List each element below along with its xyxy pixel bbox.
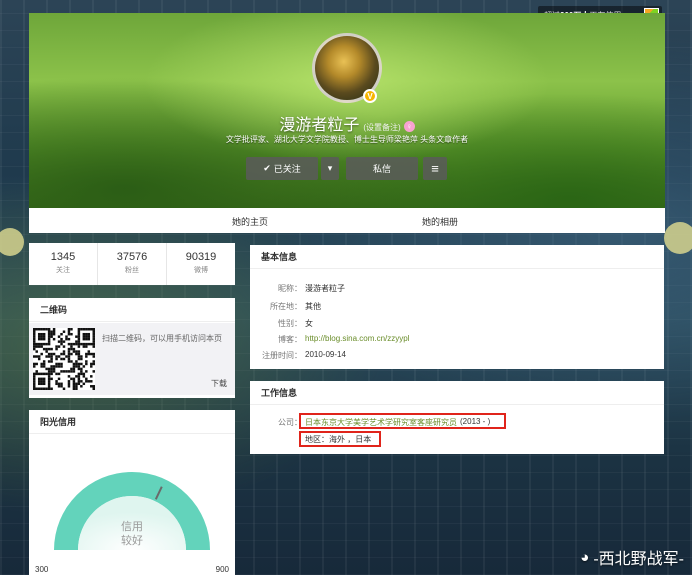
stat-value: 1345: [50, 251, 76, 263]
set-remark-link[interactable]: (设置备注): [363, 123, 400, 132]
credit-text-line1: 信用: [121, 520, 143, 533]
work-info-title: 工作信息: [250, 381, 664, 405]
moon-right: [664, 222, 692, 254]
check-icon: ✔: [263, 163, 271, 173]
info-key: 注册时间：: [262, 351, 302, 360]
info-value: 2010-09-14: [305, 350, 346, 359]
name-row: 漫游者粒子 (设置备注) ♀: [29, 111, 665, 135]
credit-title: 阳光信用: [29, 410, 235, 434]
stat-followers[interactable]: 37576 粉丝: [98, 243, 167, 285]
info-key: 性别：: [278, 319, 302, 328]
menu-button[interactable]: ≡: [423, 157, 447, 180]
credit-text-line2: 较好: [121, 533, 143, 547]
info-value: 其他: [305, 302, 321, 311]
info-key: 所在地：: [270, 302, 302, 311]
qrcode-body: 扫描二维码，可以用手机访问本页 下载: [29, 323, 235, 395]
gauge-level-label: 较差: [37, 515, 52, 533]
work-info-card: 工作信息 公司： 日本东京大学美学艺术学研究室客座研究员 (2013 - ) 地区：…: [250, 381, 664, 454]
info-key: 公司：: [278, 418, 302, 427]
highlight-box-company: [299, 413, 506, 429]
stat-posts[interactable]: 90319 微博: [167, 243, 235, 285]
stat-following[interactable]: 1345 关注: [29, 243, 98, 285]
female-icon: ♀: [403, 121, 415, 132]
qrcode-card: 二维码 扫描二维码，可以用手机访问本页 下载: [29, 298, 235, 398]
followed-label: 已关注: [273, 164, 301, 174]
menu-icon: ≡: [431, 161, 439, 176]
info-row-registered: 注册时间： 2010-09-14: [255, 350, 346, 361]
user-name: 漫游者粒子: [279, 117, 360, 134]
basic-info-title: 基本信息: [250, 245, 664, 269]
stat-label: 关注: [56, 267, 70, 274]
info-key: 昵称：: [278, 284, 302, 293]
info-row-gender: 性别：女: [255, 318, 313, 329]
profile-tabs: 她的主页 她的相册: [29, 208, 665, 233]
basic-info-card: 基本信息 昵称： 漫游者粒子 所在地： 其他 性别：女 博客： http://blog…: [250, 245, 664, 369]
stat-value: 90319: [185, 251, 217, 263]
info-row-location: 所在地： 其他: [255, 301, 321, 312]
info-row-nickname: 昵称： 漫游者粒子: [255, 283, 345, 294]
qrcode-image: [33, 328, 95, 390]
gauge-level-label: 极好: [209, 517, 224, 535]
info-value: 女: [305, 319, 313, 328]
qrcode-download-link[interactable]: 下载: [211, 378, 227, 389]
tab-home[interactable]: 她的主页: [232, 215, 268, 228]
info-key: 博客：: [278, 335, 302, 344]
caret-down-icon: ▾: [327, 163, 333, 173]
weibo-logo-icon: ◕: [580, 548, 590, 566]
gauge-level-label: 一般: [124, 462, 140, 472]
credit-max: 900: [216, 565, 230, 574]
stat-label: 微博: [194, 267, 208, 274]
info-row-blog: 博客： http://blog.sina.com.cn/zzyypl: [255, 334, 410, 345]
credit-card: 阳光信用 较差 较低 一般 较好 极好 信用 较好 300 900: [29, 410, 235, 575]
tab-album[interactable]: 她的相册: [422, 215, 458, 228]
stats-card: 1345 关注 37576 粉丝 90319 微博: [29, 243, 235, 285]
moon-left: [0, 228, 24, 256]
stat-value: 37576: [116, 251, 148, 263]
watermark: ◕ -西北野战军-: [580, 545, 684, 569]
credit-min: 300: [35, 565, 49, 574]
watermark-text: -西北野战军-: [593, 551, 684, 568]
blog-link[interactable]: http://blog.sina.com.cn/zzyypl: [305, 334, 410, 345]
message-label: 私信: [372, 164, 391, 174]
qrcode-text: 扫描二维码，可以用手机访问本页: [102, 334, 222, 343]
info-value: 漫游者粒子: [305, 284, 345, 293]
qrcode-title: 二维码: [29, 298, 235, 322]
credit-gauge: 较差 较低 一般 较好 极好 信用 较好 300 900: [35, 462, 230, 574]
followed-button[interactable]: ✔ 已关注: [246, 157, 318, 180]
message-button[interactable]: 私信: [346, 157, 418, 180]
verified-icon: V: [363, 89, 377, 103]
user-intro: 文学批评家、湖北大学文学院教授、博士生导师梁艳萍 头条文章作者: [225, 135, 469, 144]
stat-label: 粉丝: [125, 267, 139, 274]
follow-dropdown-button[interactable]: ▾: [321, 157, 339, 180]
profile-cover: V 漫游者粒子 (设置备注) ♀ 文学批评家、湖北大学文学院教授、博士生导师梁艳萍 …: [29, 13, 665, 208]
highlight-box-region: [299, 431, 381, 447]
